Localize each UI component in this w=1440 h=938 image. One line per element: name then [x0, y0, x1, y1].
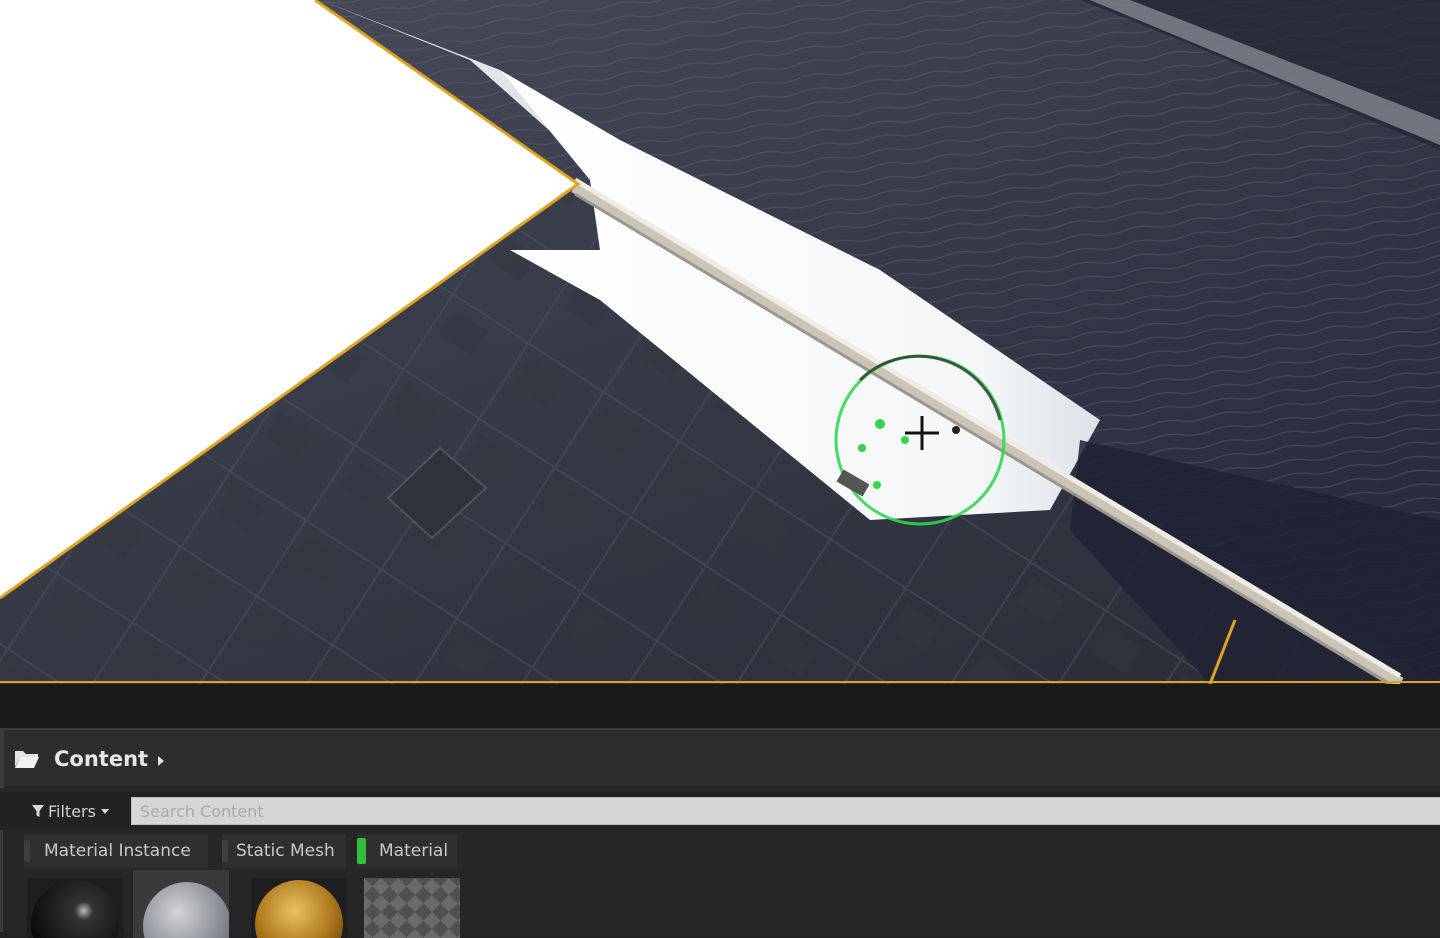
caret-down-icon — [100, 809, 109, 814]
grey-sphere-thumbnail-icon — [143, 882, 229, 938]
gold-sphere-thumbnail-icon — [255, 880, 343, 938]
viewport-bottom-bar — [0, 684, 1440, 728]
content-browser-header: Content — [0, 728, 1440, 788]
search-content-input[interactable] — [131, 797, 1440, 825]
chip-label: Static Mesh — [236, 841, 335, 861]
chip-label: Material — [379, 841, 449, 861]
funnel-icon — [32, 805, 44, 817]
filter-bar: Filters — [0, 792, 1440, 830]
chip-color-tab — [24, 840, 30, 862]
asset-grid — [0, 870, 1440, 938]
chip-color-tab — [222, 840, 228, 862]
content-root-breadcrumb[interactable]: Content — [54, 745, 148, 773]
filter-chip-material[interactable]: Material — [357, 834, 457, 868]
asset-tile[interactable] — [251, 878, 347, 938]
filter-chip-static-mesh[interactable]: Static Mesh — [222, 834, 346, 868]
level-viewport[interactable] — [0, 0, 1440, 684]
chip-label: Material Instance — [44, 841, 191, 861]
viewport-scene — [0, 0, 1440, 684]
asset-tile[interactable] — [364, 878, 460, 938]
folder-open-icon[interactable] — [14, 748, 40, 770]
asset-tile[interactable] — [27, 878, 123, 938]
caret-right-icon[interactable] — [156, 753, 166, 767]
filter-chip-row: Material Instance Static Mesh Material — [0, 832, 1440, 870]
filter-chip-material-instance[interactable]: Material Instance — [24, 834, 208, 868]
checker-thumbnail-icon — [364, 878, 460, 938]
asset-tile[interactable] — [133, 870, 229, 938]
chip-color-tab — [357, 838, 366, 864]
content-browser-panel: Content Filters Material Instance Static… — [0, 728, 1440, 938]
filters-button[interactable]: Filters — [26, 798, 116, 824]
black-sphere-thumbnail-icon — [31, 880, 119, 938]
panel-edge — [0, 730, 4, 788]
filters-label: Filters — [48, 801, 96, 821]
